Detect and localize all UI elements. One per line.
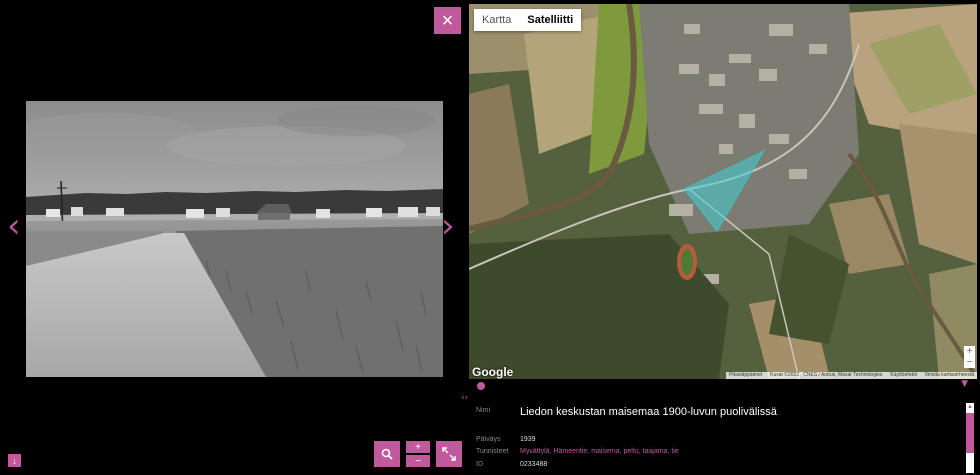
tab-satellite[interactable]: Satelliitti <box>519 9 581 31</box>
previous-image-button[interactable]: ‹ <box>7 209 21 243</box>
download-button[interactable]: ↓ <box>8 454 21 467</box>
photo-title: Liedon keskustan maisemaa 1900-luvun puo… <box>520 406 777 418</box>
tags-label: Tunnisteet <box>476 448 509 455</box>
scroll-up-icon[interactable]: ▲ <box>966 403 974 411</box>
chevron-right-icon: › <box>441 206 455 246</box>
scroll-thumb[interactable] <box>966 413 974 453</box>
map-zoom-in-button[interactable]: + <box>964 346 975 357</box>
name-label: Nimi <box>476 407 490 414</box>
chevron-down-icon[interactable]: ▼ <box>961 379 968 389</box>
search-icon <box>381 448 393 460</box>
next-image-button[interactable]: › <box>441 209 455 243</box>
tags-links[interactable]: Myvättylä, Hämeentie, maisema, pelto, ta… <box>520 448 679 455</box>
chevron-left-icon: ‹ <box>7 206 21 246</box>
plus-icon: + <box>415 441 421 453</box>
fullscreen-button[interactable] <box>436 441 462 467</box>
image-viewer: × ‹ › + − ↓ <box>0 0 468 475</box>
panel-resize-arrows-icon[interactable]: ‹› <box>461 393 468 403</box>
photo-viewer-app: × ‹ › + − ↓ Kartta Satelliitti Google Pi… <box>0 0 980 475</box>
expand-icon <box>442 447 456 461</box>
id-label: ID <box>476 461 483 468</box>
terms-link[interactable]: Käyttöehdot <box>890 372 917 379</box>
download-icon: ↓ <box>12 455 17 466</box>
map-zoom-out-button[interactable]: − <box>964 357 975 368</box>
map-imagery <box>469 4 977 379</box>
map-zoom-control: + − <box>964 346 975 368</box>
imagery-credit: Kuvat ©2022 , CNES / Airbus, Maxar Techn… <box>770 372 883 378</box>
info-scrollbar[interactable]: ▲ <box>966 403 974 473</box>
tab-map[interactable]: Kartta <box>474 9 519 31</box>
satellite-map[interactable]: Kartta Satelliitti Google Pikanäppäimet … <box>469 4 977 379</box>
report-error-link[interactable]: Ilmoita karttavirheestä <box>925 372 974 379</box>
close-icon: × <box>441 9 454 32</box>
map-type-tabs: Kartta Satelliitti <box>474 9 582 31</box>
location-marker-icon <box>477 382 485 390</box>
map-attribution: Pikanäppäimet Kuvat ©2022 , CNES / Airbu… <box>726 372 977 379</box>
zoom-in-button[interactable]: + <box>406 441 430 453</box>
date-value: 1939 <box>520 436 536 443</box>
google-logo: Google <box>472 365 514 379</box>
keyboard-shortcuts-link[interactable]: Pikanäppäimet <box>729 372 762 379</box>
minus-icon: − <box>415 455 421 467</box>
close-button[interactable]: × <box>434 7 461 34</box>
date-label: Päiväys <box>476 436 501 443</box>
photo-info-panel: ▼ ‹› Nimi Liedon keskustan maisemaa 1900… <box>461 379 980 475</box>
historical-photo <box>26 101 443 377</box>
id-value: 0233488 <box>520 461 548 468</box>
magnify-button[interactable] <box>374 441 400 467</box>
zoom-out-button[interactable]: − <box>406 455 430 467</box>
